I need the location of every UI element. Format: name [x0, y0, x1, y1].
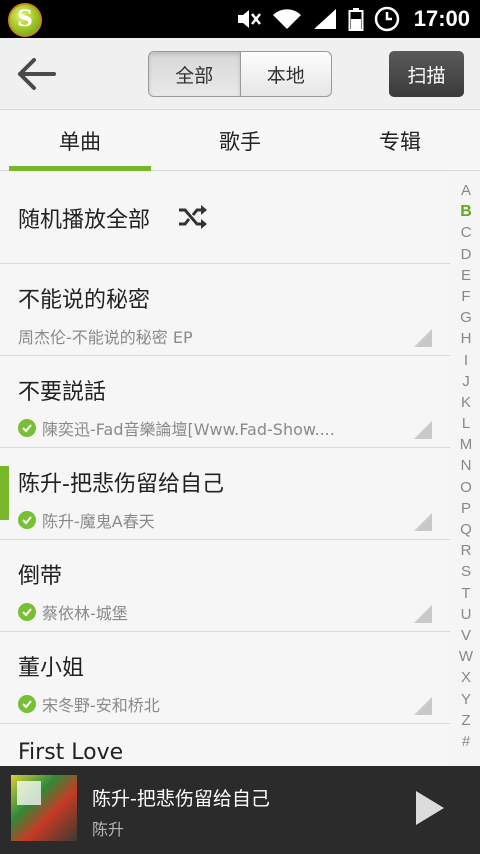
segment-all[interactable]: 全部 [149, 52, 241, 96]
index-letter[interactable]: F [461, 286, 470, 307]
top-toolbar: 全部 本地 扫描 [0, 38, 480, 110]
scan-button[interactable]: 扫描 [389, 51, 464, 97]
more-options-corner-icon[interactable] [414, 513, 432, 531]
index-letter[interactable]: S [461, 561, 471, 582]
downloaded-check-icon [18, 603, 36, 621]
more-options-corner-icon[interactable] [414, 421, 432, 439]
status-time: 17:00 [413, 6, 470, 31]
song-subtitle: 蔡依林-城堡 [18, 600, 368, 624]
index-letter[interactable]: W [459, 646, 473, 667]
wifi-icon [272, 9, 301, 29]
index-letter[interactable]: H [461, 328, 472, 349]
now-playing-title: 陈升-把悲伤留给自己 [92, 788, 270, 810]
index-letter[interactable]: O [460, 477, 472, 498]
song-subtitle: 宋冬野-安和桥北 [18, 692, 368, 716]
song-title: 倒带 [18, 564, 63, 589]
song-row[interactable]: 董小姐 宋冬野-安和桥北 [0, 632, 450, 724]
now-playing-bar[interactable]: 陈升-把悲伤留给自己 陈升 [0, 766, 480, 854]
index-letter[interactable]: G [460, 307, 472, 328]
index-letter[interactable]: N [461, 455, 472, 476]
song-artist-album: 周杰伦-不能说的秘密 EP [18, 328, 193, 347]
song-subtitle: 陈升-魔鬼A春天 [18, 508, 368, 532]
back-arrow-icon [18, 58, 56, 90]
song-row[interactable]: 不要説話 陳奕迅-Fad音樂論壇[Www.Fad-Show.... [0, 356, 450, 448]
song-title: 不要説話 [18, 380, 107, 405]
index-letter[interactable]: K [461, 392, 471, 413]
song-row[interactable]: 倒带 蔡依林-城堡 [0, 540, 450, 632]
song-subtitle: 陳奕迅-Fad音樂論壇[Www.Fad-Show.... [18, 416, 368, 440]
song-title: First Love [18, 740, 124, 765]
song-row[interactable]: First Love [0, 724, 450, 766]
index-letter[interactable]: Z [461, 710, 470, 731]
index-letter[interactable]: I [464, 350, 468, 371]
index-letter[interactable]: T [461, 583, 470, 604]
downloaded-check-icon [18, 695, 36, 713]
song-artist-album: 宋冬野-安和桥北 [42, 696, 160, 715]
now-playing-indicator [0, 466, 9, 520]
tab-songs[interactable]: 单曲 [0, 111, 160, 171]
category-tabs: 单曲 歌手 专辑 [0, 111, 480, 171]
back-button[interactable] [12, 52, 62, 96]
song-row-playing[interactable]: 陈升-把悲伤留给自己 陈升-魔鬼A春天 [0, 448, 450, 540]
index-letter[interactable]: C [461, 222, 472, 243]
index-letter[interactable]: X [461, 667, 471, 688]
song-title: 陈升-把悲伤留给自己 [18, 472, 224, 497]
signal-icon [313, 9, 336, 29]
index-letter[interactable]: V [461, 625, 471, 646]
song-row[interactable]: 不能说的秘密 周杰伦-不能说的秘密 EP [0, 264, 450, 356]
play-button[interactable] [408, 788, 448, 828]
shuffle-all-row[interactable]: 随机播放全部 [0, 172, 450, 264]
now-playing-artist: 陈升 [92, 820, 125, 839]
song-title: 不能说的秘密 [18, 288, 151, 313]
more-options-corner-icon[interactable] [414, 329, 432, 347]
source-segmented-control: 全部 本地 [148, 51, 332, 97]
tab-albums[interactable]: 专辑 [320, 111, 480, 171]
downloaded-check-icon [18, 511, 36, 529]
song-artist-album: 陳奕迅-Fad音樂論壇[Www.Fad-Show.... [42, 420, 335, 439]
index-letter[interactable]: P [461, 498, 471, 519]
index-letter[interactable]: D [461, 244, 472, 265]
index-letter[interactable]: # [462, 731, 470, 752]
more-options-corner-icon[interactable] [414, 605, 432, 623]
song-title: 董小姐 [18, 656, 85, 681]
song-list: 随机播放全部 不能说的秘密 周杰伦-不能说的秘密 EP 不要説話 陳奕迅-Fad… [0, 172, 450, 766]
app-logo-icon: S [8, 3, 42, 37]
battery-icon [348, 8, 364, 31]
album-cover[interactable] [11, 775, 77, 841]
shuffle-icon [179, 205, 207, 229]
index-letter[interactable]: J [462, 371, 470, 392]
status-bar: S 17:00 [0, 0, 480, 38]
index-letter[interactable]: Q [460, 519, 472, 540]
downloaded-check-icon [18, 419, 36, 437]
more-options-corner-icon[interactable] [414, 697, 432, 715]
song-subtitle: 周杰伦-不能说的秘密 EP [18, 324, 368, 348]
tab-artists[interactable]: 歌手 [160, 111, 320, 171]
index-letter[interactable]: M [460, 434, 473, 455]
song-artist-album: 陈升-魔鬼A春天 [42, 512, 155, 531]
index-letter[interactable]: E [461, 265, 471, 286]
index-letter[interactable]: A [461, 180, 471, 201]
index-letter[interactable]: R [461, 540, 472, 561]
index-letter[interactable]: B [460, 201, 472, 222]
index-letter[interactable]: U [461, 604, 472, 625]
alphabet-index[interactable]: A B C D E F G H I J K L M N O P Q R S T U V W X Y Z # [452, 180, 480, 760]
play-icon [416, 791, 444, 825]
shuffle-all-label: 随机播放全部 [18, 208, 151, 233]
segment-local[interactable]: 本地 [241, 52, 332, 96]
clock-icon [374, 6, 399, 32]
index-letter[interactable]: Y [461, 689, 471, 710]
index-letter[interactable]: L [462, 413, 470, 434]
mute-icon [237, 10, 261, 28]
song-artist-album: 蔡依林-城堡 [42, 604, 128, 623]
